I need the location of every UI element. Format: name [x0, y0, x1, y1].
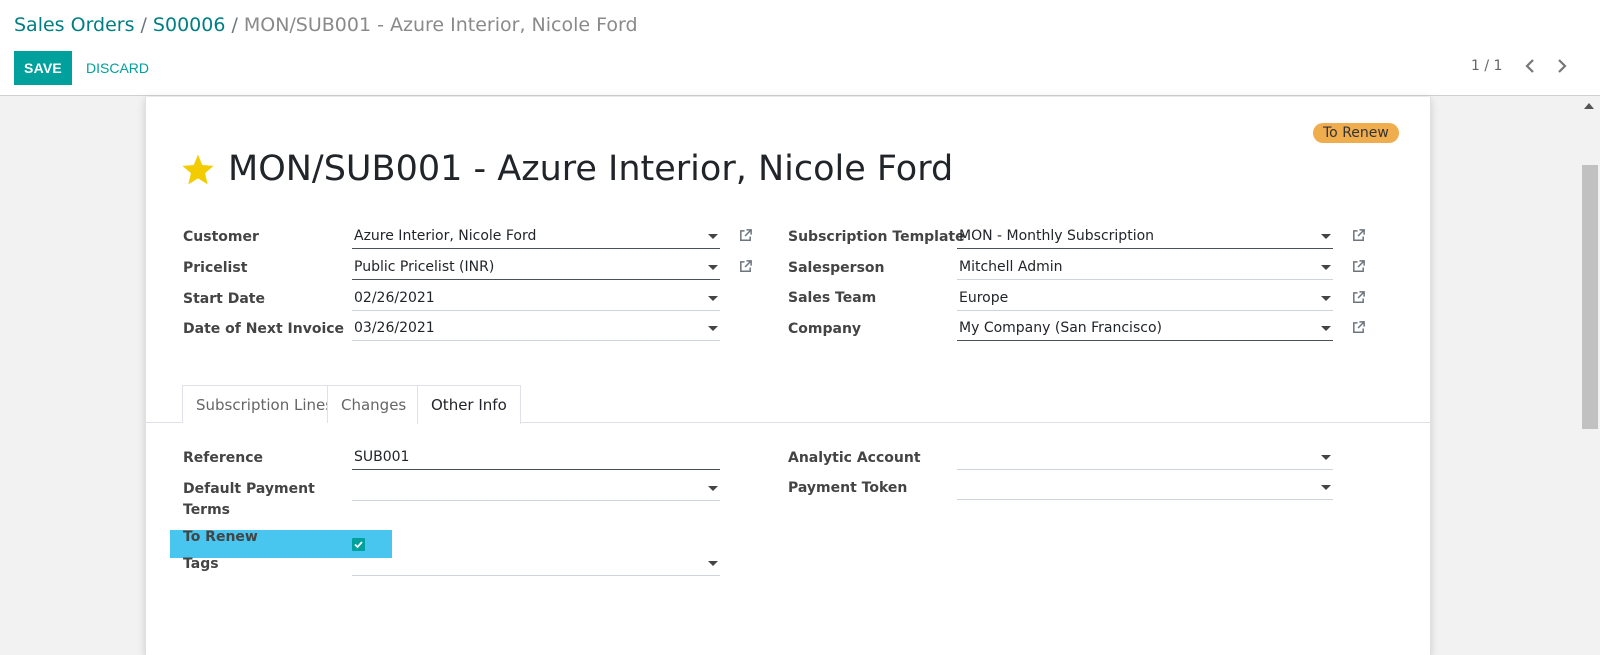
form-sheet: To Renew MON/SUB001 - Azure Interior, Ni…	[145, 97, 1431, 655]
start-date-label: Start Date	[183, 291, 265, 307]
discard-button[interactable]: DISCARD	[86, 51, 149, 85]
tags-field[interactable]	[352, 550, 720, 576]
analytic-account-field[interactable]	[957, 444, 1333, 470]
pricelist-label: Pricelist	[183, 260, 248, 276]
customer-field[interactable]: Azure Interior, Nicole Ford	[352, 223, 720, 249]
payment-terms-field[interactable]	[352, 475, 720, 501]
reference-value: SUB001	[354, 449, 410, 465]
caret-down-icon	[708, 326, 718, 331]
control-panel: Sales Orders / S00006/MON/SUB001 - Azure I…	[0, 0, 1600, 96]
tab-subscription-lines[interactable]: Subscription Lines	[182, 385, 348, 423]
company-label: Company	[788, 321, 862, 337]
caret-down-icon	[708, 296, 718, 301]
customer-value: Azure Interior, Nicole Ford	[354, 228, 537, 244]
company-field[interactable]: My Company (San Francisco)	[957, 315, 1333, 341]
salesperson-field[interactable]: Mitchell Admin	[957, 254, 1333, 280]
caret-down-icon	[1321, 455, 1331, 460]
sales-team-field[interactable]: Europe	[957, 285, 1333, 311]
salesperson-label: Salesperson	[788, 260, 885, 276]
caret-down-icon	[708, 561, 718, 566]
caret-down-icon	[1321, 234, 1331, 239]
tab-other-info[interactable]: Other Info	[417, 385, 521, 424]
next-invoice-date-field[interactable]: 03/26/2021	[352, 315, 720, 341]
sales-team-label: Sales Team	[788, 290, 877, 306]
breadcrumb: Sales Orders / S00006/MON/SUB001 - Azure I…	[14, 14, 638, 36]
status-badge: To Renew	[1313, 123, 1399, 143]
external-link-icon[interactable]	[1351, 320, 1367, 336]
scroll-thumb[interactable]	[1582, 165, 1598, 429]
breadcrumb-separator: /	[140, 14, 147, 36]
next-invoice-date-value: 03/26/2021	[354, 320, 435, 336]
payment-token-label: Payment Token	[788, 480, 908, 496]
default-payment-terms-label: Default Payment	[183, 481, 315, 497]
caret-down-icon	[1321, 485, 1331, 490]
to-renew-label: To Renew	[183, 529, 258, 545]
external-link-icon[interactable]	[738, 259, 754, 275]
sales-team-value: Europe	[959, 290, 1009, 306]
payment-token-field[interactable]	[957, 474, 1333, 500]
caret-down-icon	[708, 265, 718, 270]
next-invoice-date-label: Date of Next Invoice	[183, 321, 345, 337]
company-value: My Company (San Francisco)	[959, 320, 1162, 336]
caret-down-icon	[708, 234, 718, 239]
subscription-template-field[interactable]: MON - Monthly Subscription	[957, 223, 1333, 249]
pricelist-field[interactable]: Public Pricelist (INR)	[352, 254, 720, 280]
caret-down-icon	[1321, 296, 1331, 301]
reference-input[interactable]: SUB001	[352, 444, 720, 470]
scroll-up-arrow[interactable]	[1584, 103, 1594, 109]
save-button[interactable]: SAVE	[14, 51, 72, 85]
default-payment-terms-label-line2: Terms	[183, 502, 231, 518]
external-link-icon[interactable]	[1351, 259, 1367, 275]
salesperson-value: Mitchell Admin	[959, 259, 1063, 275]
breadcrumb-order[interactable]: S00006	[153, 14, 226, 36]
breadcrumb-separator: /	[231, 14, 238, 36]
pricelist-value: Public Pricelist (INR)	[354, 259, 495, 275]
external-link-icon[interactable]	[1351, 290, 1367, 306]
star-icon[interactable]	[181, 153, 215, 190]
caret-down-icon	[708, 486, 718, 491]
subscription-template-label: Subscription Template	[788, 229, 965, 245]
chevron-left-icon[interactable]	[1524, 57, 1542, 77]
subscription-template-value: MON - Monthly Subscription	[959, 228, 1155, 244]
start-date-field[interactable]: 02/26/2021	[352, 285, 720, 311]
analytic-account-label: Analytic Account	[788, 450, 921, 466]
external-link-icon[interactable]	[1351, 228, 1367, 244]
customer-label: Customer	[183, 229, 259, 245]
chevron-right-icon[interactable]	[1556, 57, 1574, 77]
record-title: MON/SUB001 - Azure Interior, Nicole Ford	[228, 149, 954, 189]
tags-label: Tags	[183, 556, 219, 572]
scrollbar[interactable]	[1578, 97, 1600, 655]
pager-value[interactable]: 1 / 1	[1471, 58, 1502, 74]
caret-down-icon	[1321, 265, 1331, 270]
breadcrumb-current: MON/SUB001 - Azure Interior, Nicole Ford	[243, 14, 638, 36]
caret-down-icon	[1321, 326, 1331, 331]
start-date-value: 02/26/2021	[354, 290, 435, 306]
tab-changes[interactable]: Changes	[327, 385, 421, 423]
breadcrumb-sales-orders[interactable]: Sales Orders	[14, 14, 135, 36]
external-link-icon[interactable]	[738, 228, 754, 244]
reference-label: Reference	[183, 450, 264, 466]
